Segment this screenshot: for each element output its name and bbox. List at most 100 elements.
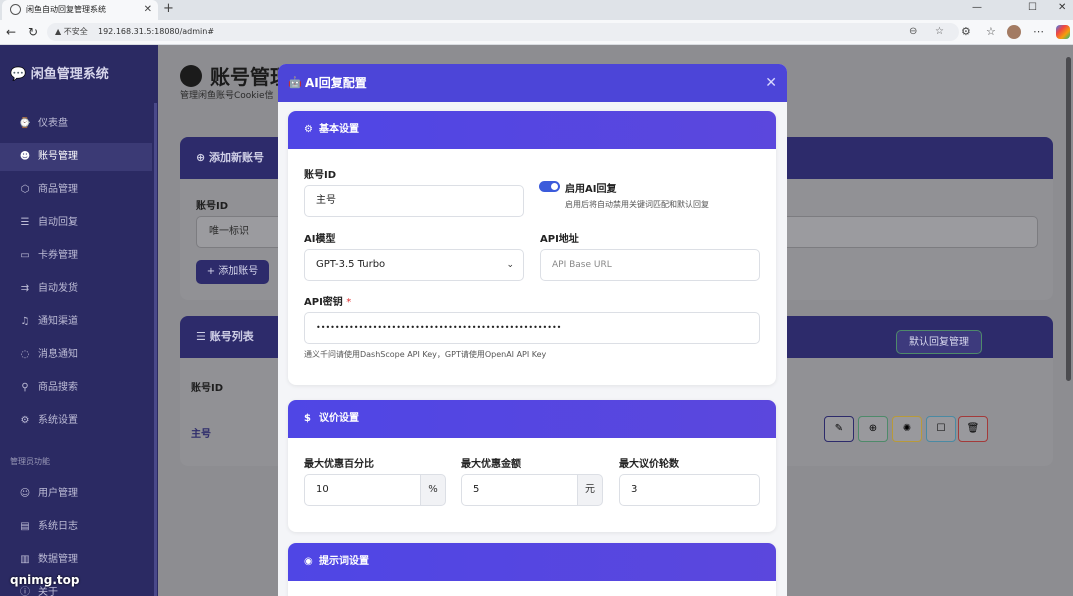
user-circle-icon xyxy=(180,65,202,87)
sidebar-item[interactable]: ▭ 卡券管理 xyxy=(0,242,152,270)
copy-button[interactable]: ☐ xyxy=(926,416,956,442)
window-close-icon[interactable]: ✕ xyxy=(1058,0,1066,16)
extensions-icon[interactable]: ⚙ xyxy=(961,25,971,39)
zoom-icon[interactable]: ⊖ xyxy=(909,23,917,41)
sidebar-item[interactable]: ☻ 账号管理 xyxy=(0,143,152,171)
menu-icon: ⌚ xyxy=(18,118,32,129)
basic-settings-section: ⚙ 基本设置 账号ID 主号 启用AI回复 启用后将自动禁用关键词匹配和默认回复… xyxy=(288,111,776,385)
menu-icon: ▥ xyxy=(20,554,30,565)
sidebar-item-label: 卡券管理 xyxy=(38,250,78,261)
api-url-label: API地址 xyxy=(540,234,579,245)
api-key-label: API密钥 * xyxy=(304,297,352,308)
sidebar-item-label: 用户管理 xyxy=(38,488,78,499)
refresh-icon[interactable]: ↻ xyxy=(28,24,38,40)
more-icon[interactable]: ⋯ xyxy=(1033,25,1044,39)
ai-model-value: GPT-3.5 Turbo xyxy=(316,259,386,270)
sidebar-item[interactable]: ⌚ 仪表盘 xyxy=(0,110,152,138)
prompt-settings-header: ◉ 提示词设置 xyxy=(288,543,776,581)
menu-icon: ☰ xyxy=(20,217,30,228)
sidebar-item[interactable]: ☰ 自动回复 xyxy=(0,209,152,237)
chevron-down-icon: ⌄ xyxy=(506,260,514,270)
menu-icon: ⇉ xyxy=(20,283,30,294)
sidebar-item[interactable]: ◌ 消息通知 xyxy=(0,341,152,369)
enable-ai-help: 启用后将自动禁用关键词匹配和默认回复 xyxy=(565,200,709,209)
sidebar-item-label: 仪表盘 xyxy=(38,118,68,129)
menu-icon: ⚲ xyxy=(21,382,29,393)
menu-icon: ☻ xyxy=(19,151,31,162)
sidebar-item-label: 数据管理 xyxy=(38,554,78,565)
copilot-icon[interactable] xyxy=(1056,25,1070,39)
section-title: 提示词设置 xyxy=(319,556,369,567)
ai-reply-config-modal: 🤖 AI回复配置 ✕ ⚙ 基本设置 账号ID 主号 启用AI回复 启用后将自动禁… xyxy=(278,64,787,596)
section-title: 议价设置 xyxy=(319,413,359,424)
menu-icon: ◌ xyxy=(20,349,30,360)
max-rounds-input[interactable]: 3 xyxy=(619,474,760,506)
sidebar-item[interactable]: ⚲ 商品搜索 xyxy=(0,374,152,402)
sidebar-item-label: 系统日志 xyxy=(38,521,78,532)
percent-unit: % xyxy=(420,474,446,506)
watermark: qnimg.top xyxy=(10,573,80,587)
page-title: 账号管理 xyxy=(180,61,290,90)
modal-header: 🤖 AI回复配置 ✕ xyxy=(278,64,787,102)
new-tab-button[interactable]: + xyxy=(163,0,174,18)
sidebar-item-label: 系统设置 xyxy=(38,415,78,426)
sidebar-item-label: 商品搜索 xyxy=(38,382,78,393)
api-url-input[interactable]: API Base URL xyxy=(540,249,760,281)
refresh-row-button[interactable]: ⊕ xyxy=(858,416,888,442)
browser-tab[interactable]: 闲鱼自动回复管理系统 ✕ xyxy=(2,0,158,20)
sidebar-item-label: 消息通知 xyxy=(38,349,78,360)
edit-button[interactable]: ✎ xyxy=(824,416,854,442)
table-row-account[interactable]: 主号 xyxy=(191,425,211,440)
back-icon[interactable]: ← xyxy=(6,24,16,40)
sidebar-item[interactable]: ⇉ 自动发货 xyxy=(0,275,152,303)
url-text[interactable]: 192.168.31.5:18080/admin# xyxy=(98,23,214,41)
ai-config-button[interactable]: ✺ xyxy=(892,416,922,442)
sidebar-item-label: 账号管理 xyxy=(38,151,78,162)
menu-icon: ⚙ xyxy=(20,415,30,426)
sidebar-scrollbar[interactable] xyxy=(154,103,157,596)
address-bar[interactable]: ▲ 不安全 192.168.31.5:18080/admin# ⊖ ☆ xyxy=(47,23,959,41)
menu-icon: ▤ xyxy=(20,521,30,532)
sidebar-admin-item[interactable]: ☺ 用户管理 xyxy=(0,480,152,508)
menu-icon: ⬡ xyxy=(20,184,30,195)
max-percent-label: 最大优惠百分比 xyxy=(304,459,374,470)
sidebar-item-label: 自动回复 xyxy=(38,217,78,228)
max-amount-input[interactable]: 5 xyxy=(461,474,578,506)
delete-button[interactable]: 🗑 xyxy=(958,416,988,442)
max-percent-input[interactable]: 10 xyxy=(304,474,421,506)
minimize-icon[interactable]: — xyxy=(972,0,982,16)
maximize-icon[interactable]: ☐ xyxy=(1028,0,1037,16)
basic-settings-header: ⚙ 基本设置 xyxy=(288,111,776,149)
brand-title: 💬 闲鱼管理系统 xyxy=(10,67,109,82)
page-scrollbar[interactable] xyxy=(1066,57,1071,381)
sidebar-item-label: 自动发货 xyxy=(38,283,78,294)
tab-close-icon[interactable]: ✕ xyxy=(144,0,152,20)
sidebar-admin-item[interactable]: ▤ 系统日志 xyxy=(0,513,152,541)
star-icon[interactable]: ☆ xyxy=(935,23,944,41)
sidebar-item-label: 通知渠道 xyxy=(38,316,78,327)
sidebar-admin-item[interactable]: ▥ 数据管理 xyxy=(0,546,152,574)
sidebar-item[interactable]: ♫ 通知渠道 xyxy=(0,308,152,336)
api-key-help: 通义千问请使用DashScope API Key，GPT请使用OpenAI AP… xyxy=(304,350,547,359)
menu-icon: ☺ xyxy=(19,488,31,499)
favorites-icon[interactable]: ☆ xyxy=(986,25,996,39)
sidebar-item[interactable]: ⚙ 系统设置 xyxy=(0,407,152,435)
sidebar-item[interactable]: ⬡ 商品管理 xyxy=(0,176,152,204)
ai-model-select[interactable]: GPT-3.5 Turbo ⌄ xyxy=(304,249,524,281)
robot-icon: 🤖 xyxy=(288,76,302,89)
address-toolbar: ← ↻ ▲ 不安全 192.168.31.5:18080/admin# ⊖ ☆ … xyxy=(0,20,1073,45)
chat-icon: ◉ xyxy=(304,556,313,567)
avatar[interactable] xyxy=(1007,25,1021,39)
ai-model-label: AI模型 xyxy=(304,234,336,245)
section-title: 基本设置 xyxy=(319,124,359,135)
prompt-settings-section: ◉ 提示词设置 xyxy=(288,543,776,596)
modal-close-icon[interactable]: ✕ xyxy=(765,64,777,102)
security-warning[interactable]: ▲ 不安全 xyxy=(55,23,88,41)
add-account-button[interactable]: + 添加账号 xyxy=(196,260,269,284)
browser-tab-bar: 闲鱼自动回复管理系统 ✕ + — ☐ ✕ xyxy=(0,0,1073,20)
api-key-input[interactable]: ••••••••••••••••••••••••••••••••••••••••… xyxy=(304,312,760,344)
dollar-icon: $ xyxy=(304,413,311,424)
default-reply-button[interactable]: 默认回复管理 xyxy=(896,330,982,354)
account-id-input[interactable]: 主号 xyxy=(304,185,524,217)
enable-ai-toggle[interactable] xyxy=(539,181,560,192)
